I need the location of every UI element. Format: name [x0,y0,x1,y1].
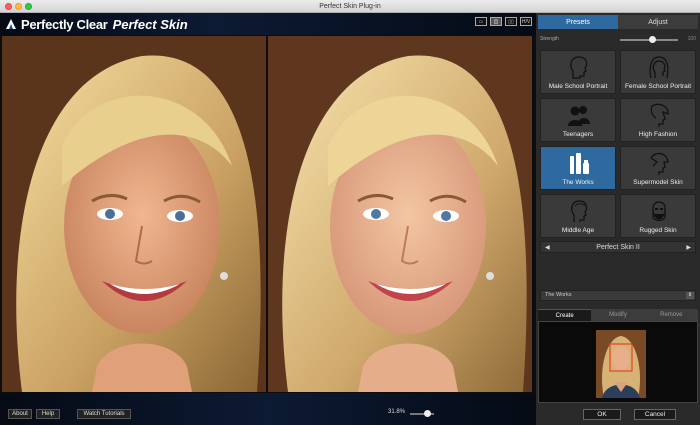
preset-high-fashion[interactable]: High Fashion [620,98,696,142]
supermodel-head-icon [650,152,669,175]
view-mode-switcher: ▭ ◫ ▯▯ H/V [475,17,532,26]
window-title-bar: Perfect Skin Plug-in [0,0,700,13]
preset-teenagers[interactable]: Teenagers [540,98,616,142]
after-image[interactable] [268,36,532,392]
preset-rugged-skin[interactable]: Rugged Skin [620,194,696,238]
previous-pack-icon[interactable]: ◀ [545,244,550,251]
preset-middle-age[interactable]: Middle Age [540,194,616,238]
preset-supermodel-skin[interactable]: Supermodel Skin [620,146,696,190]
ok-button[interactable]: OK [583,409,621,420]
presets-panel: Presets Adjust Strength 100 Male School … [536,13,700,425]
preset-label: Middle Age [561,227,595,234]
preset-dropdown-value: The Works [545,292,572,298]
preset-grid: Male School Portrait Female School Portr… [540,50,696,238]
horizontal-vertical-toggle-icon[interactable]: H/V [520,17,532,26]
preset-female-school-portrait[interactable]: Female School Portrait [620,50,696,94]
preview-thumbnail[interactable] [596,330,646,398]
male-head-icon [570,56,588,79]
bottom-toolbar: About Help Watch Tutorials 31.8% [0,393,536,425]
before-image[interactable] [2,36,266,392]
preset-dropdown[interactable]: The Works ⇕ [540,290,696,301]
cancel-button[interactable]: Cancel [634,409,676,420]
dropdown-arrows-icon[interactable]: ⇕ [686,292,694,299]
brand-name: Perfectly Clear [21,16,108,32]
watch-tutorials-button[interactable]: Watch Tutorials [77,409,131,419]
preset-actions: Create Modify Remove [538,309,698,321]
strength-control: Strength 100 [540,35,696,45]
preset-label: Supermodel Skin [633,179,683,186]
next-pack-icon[interactable]: ▶ [686,244,691,251]
minimize-window-button[interactable] [15,3,22,10]
help-button[interactable]: Help [36,409,60,419]
zoom-level: 31.8% [388,409,406,415]
zoom-slider-handle[interactable] [423,410,431,417]
side-by-side-view-icon[interactable]: ◫ [490,17,502,26]
product-name: Perfect Skin [112,16,188,32]
preset-pack-name: Perfect Skin II [596,243,640,251]
strength-slider-handle[interactable] [648,36,656,43]
fashion-head-icon [650,103,669,127]
about-button[interactable]: About [8,409,32,419]
single-view-icon[interactable]: ▭ [475,17,487,26]
preset-label: Teenagers [562,131,594,138]
panel-tabs: Presets Adjust [538,15,698,29]
strength-max-value: 100 [687,36,696,42]
female-head-icon [649,56,669,79]
strength-label: Strength [540,36,559,42]
maximize-window-button[interactable] [25,3,32,10]
tab-adjust[interactable]: Adjust [618,15,698,29]
preset-label: High Fashion [638,131,678,138]
preset-label: Rugged Skin [639,227,677,234]
create-preset-button[interactable]: Create [538,309,592,321]
remove-preset-button[interactable]: Remove [644,309,698,321]
cosmetics-icon [570,153,589,174]
middle-age-head-icon [571,200,588,222]
face-detection-preview [538,321,698,403]
app-header: Perfectly Clear Perfect Skin ▭ ◫ ▯▯ H/V [0,13,536,35]
preset-label: The Works [562,179,594,186]
preset-label: Female School Portrait [624,83,692,90]
teen-group-icon [568,106,590,126]
app-logo: Perfectly Clear Perfect Skin [4,15,188,33]
modify-preset-button[interactable]: Modify [591,309,645,321]
tab-presets[interactable]: Presets [538,15,618,29]
preset-pack-selector: ◀ Perfect Skin II ▶ [540,241,696,253]
preset-the-works[interactable]: The Works [540,146,616,190]
preset-male-school-portrait[interactable]: Male School Portrait [540,50,616,94]
split-view-icon[interactable]: ▯▯ [505,17,517,26]
preset-label: Male School Portrait [548,83,608,90]
bearded-head-icon [652,201,666,222]
perfectly-clear-logo-icon [4,17,18,31]
image-viewer [0,35,536,393]
close-window-button[interactable] [5,3,12,10]
window-title: Perfect Skin Plug-in [319,3,381,10]
